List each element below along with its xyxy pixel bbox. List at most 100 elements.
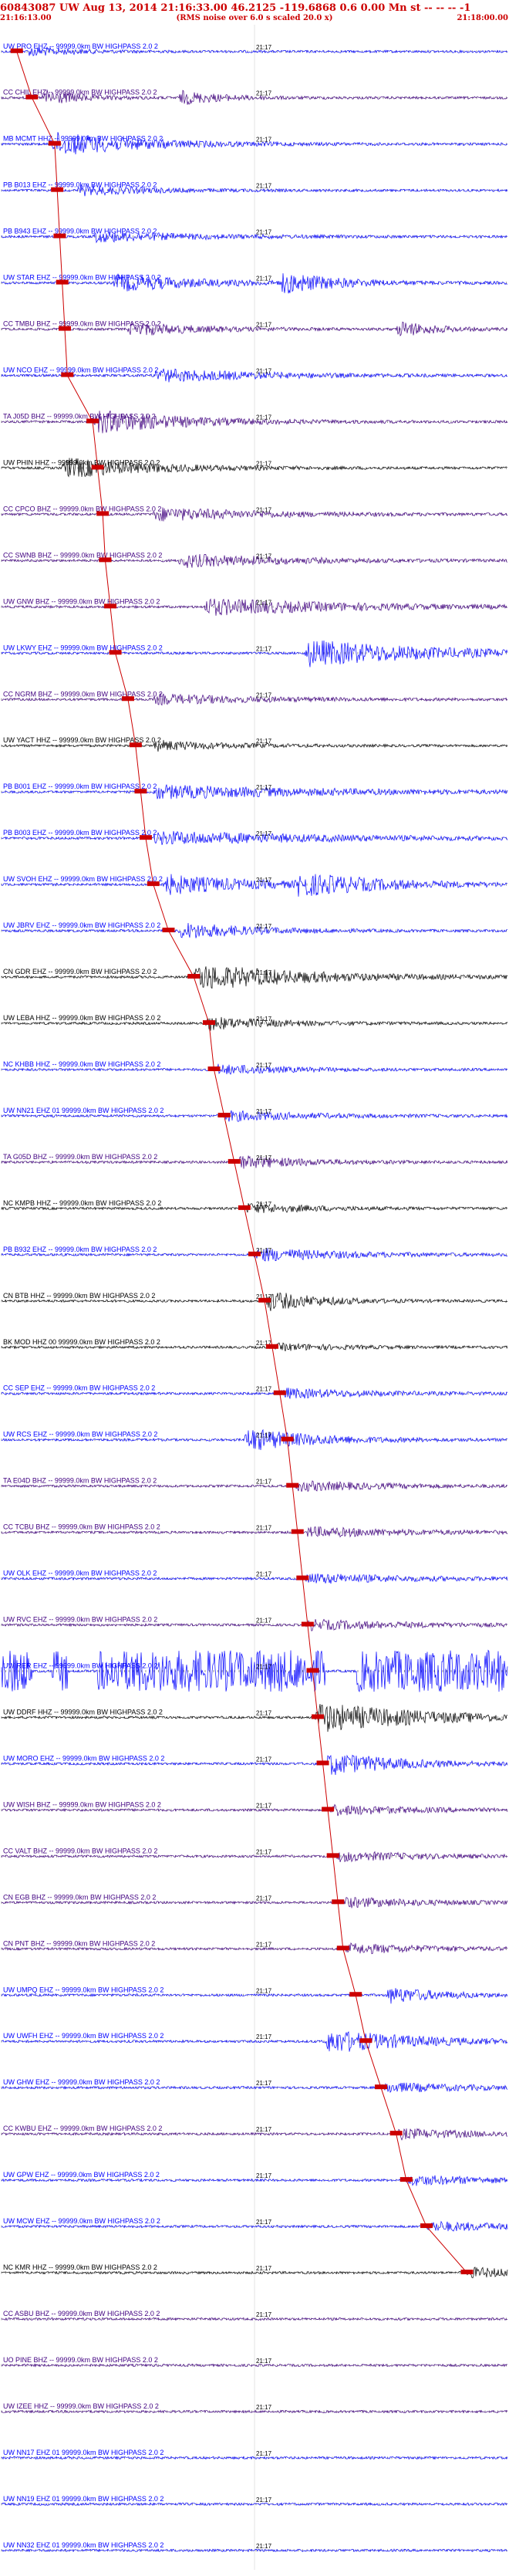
time-mark-label: 21:17 <box>256 1154 272 1161</box>
trace-label: CC SWNB BHZ -- 99999.0km BW HIGHPASS 2.0… <box>3 551 162 559</box>
time-mark-label: 21:17 <box>256 969 272 976</box>
trace-label: UW GNW BHZ -- 99999.0km BW HIGHPASS 2.0 … <box>3 597 160 605</box>
trace-label: CC NGRM BHZ -- 99999.0km BW HIGHPASS 2.0… <box>3 690 163 698</box>
trace-label: CN EGB BHZ -- 99999.0km BW HIGHPASS 2.0 … <box>3 1893 156 1901</box>
trace-label: UW JBRV EHZ -- 99999.0km BW HIGHPASS 2.0… <box>3 921 160 929</box>
time-mark-label: 21:17 <box>256 645 272 652</box>
trace-label: UW DDRF HHZ -- 99999.0km BW HIGHPASS 2.0… <box>3 1708 163 1716</box>
time-mark-label: 21:17 <box>256 2311 272 2318</box>
trace-label: NC KMPB HHZ -- 99999.0km BW HIGHPASS 2.0… <box>3 1199 161 1207</box>
time-mark-label: 21:17 <box>256 2543 272 2550</box>
time-mark-label: 21:17 <box>256 2126 272 2133</box>
time-mark-label: 21:17 <box>256 2404 272 2411</box>
trace-label: CC CPCO BHZ -- 99999.0km BW HIGHPASS 2.0… <box>3 505 161 512</box>
time-mark-label: 21:17 <box>256 738 272 745</box>
trace-label: CC KWBU EHZ -- 99999.0km BW HIGHPASS 2.0… <box>3 2125 162 2132</box>
time-mark-label: 21:17 <box>256 553 272 559</box>
time-mark-label: 21:17 <box>256 830 272 837</box>
trace-label: CN BTB HHZ -- 99999.0km BW HIGHPASS 2.0 … <box>3 1292 155 1300</box>
time-mark-label: 21:17 <box>256 2080 272 2087</box>
time-mark-label: 21:17 <box>256 1016 272 1023</box>
trace-baseline-ticks <box>1 1068 507 1071</box>
trace-label: BK MOD HHZ 00 99999.0km BW HIGHPASS 2.0 … <box>3 1338 160 1346</box>
trace-label: PB B003 EHZ -- 99999.0km BW HIGHPASS 2.0… <box>3 829 157 837</box>
trace-label: UW STAR EHZ -- 99999.0km BW HIGHPASS 2.0… <box>3 274 161 282</box>
trace-label: PB B001 EHZ -- 99999.0km BW HIGHPASS 2.0… <box>3 783 157 790</box>
time-mark-label: 21:17 <box>256 506 272 513</box>
time-mark-label: 21:17 <box>256 2450 272 2457</box>
trace-label: UW RVC EHZ -- 99999.0km BW HIGHPASS 2.0 … <box>3 1616 157 1624</box>
time-mark-label: 21:17 <box>256 137 272 144</box>
trace-label: UW IZEE HHZ -- 99999.0km BW HIGHPASS 2.0… <box>3 2402 159 2410</box>
trace-label: PB B013 EHZ -- 99999.0km BW HIGHPASS 2.0… <box>3 181 157 189</box>
trace-label: UW PRO EHZ -- 99999.0km BW HIGHPASS 2.0 … <box>3 42 158 50</box>
trace-label: UW OLK EHZ -- 99999.0km BW HIGHPASS 2.0 … <box>3 1570 157 1577</box>
pick-marker <box>460 2270 474 2275</box>
time-mark-label: 21:17 <box>256 1062 272 1069</box>
time-mark-label: 21:17 <box>256 1386 272 1393</box>
time-mark-label: 21:17 <box>256 2172 272 2179</box>
trace-label: UW MORO EHZ -- 99999.0km BW HIGHPASS 2.0… <box>3 1754 164 1762</box>
time-mark-label: 21:17 <box>256 1664 272 1671</box>
trace-label: CC VALT BHZ -- 99999.0km BW HIGHPASS 2.0… <box>3 1847 157 1854</box>
trace-label: CC ASBU BHZ -- 99999.0km BW HIGHPASS 2.0… <box>3 2310 160 2317</box>
time-mark-label: 21:17 <box>256 1987 272 1994</box>
time-mark-label: 21:17 <box>256 1432 272 1439</box>
time-mark-label: 21:17 <box>256 2033 272 2040</box>
time-mark-label: 21:17 <box>256 1108 272 1115</box>
time-mark-label: 21:17 <box>256 322 272 329</box>
trace-label: TA J05D BHZ -- 99999.0km BW HIGHPASS 2.0… <box>3 412 156 420</box>
trace-label: UW SVOH EHZ -- 99999.0km BW HIGHPASS 2.0… <box>3 875 163 883</box>
trace-label: CC TCBU BHZ -- 99999.0km BW HIGHPASS 2.0… <box>3 1523 160 1531</box>
trace-label: UW NCO EHZ -- 99999.0km BW HIGHPASS 2.0 … <box>3 367 158 374</box>
time-mark-label: 21:17 <box>256 691 272 698</box>
trace-label: PB B932 EHZ -- 99999.0km BW HIGHPASS 2.0… <box>3 1246 157 1253</box>
trace-label: UW NN21 EHZ 01 99999.0km BW HIGHPASS 2.0… <box>3 1107 163 1114</box>
trace-label: TA G05D BHZ -- 99999.0km BW HIGHPASS 2.0… <box>3 1153 157 1161</box>
trace-label: UW MCW EHZ -- 99999.0km BW HIGHPASS 2.0 … <box>3 2217 160 2225</box>
time-mark-label: 21:17 <box>256 1756 272 1763</box>
trace-label: UW RCS EHZ -- 99999.0km BW HIGHPASS 2.0 … <box>3 1431 157 1438</box>
time-mark-label: 21:17 <box>256 923 272 930</box>
time-mark-label: 21:17 <box>256 784 272 791</box>
trace-label: UW PHIN HHZ -- 99999.0km BW HIGHPASS 2.0… <box>3 458 160 466</box>
trace-label: CN GDR EHZ -- 99999.0km BW HIGHPASS 2.0 … <box>3 968 157 975</box>
time-mark-label: 21:17 <box>256 1848 272 1855</box>
trace-label: UW NN19 EHZ 01 99999.0km BW HIGHPASS 2.0… <box>3 2495 163 2503</box>
trace-label: CN PNT BHZ -- 99999.0km BW HIGHPASS 2.0 … <box>3 1939 155 1947</box>
time-mark-label: 21:17 <box>256 90 272 97</box>
time-mark-label: 21:17 <box>256 1479 272 1486</box>
trace-label: UW GHW EHZ -- 99999.0km BW HIGHPASS 2.0 … <box>3 2078 160 2086</box>
time-mark-label: 21:17 <box>256 1201 272 1208</box>
time-mark-label: 21:17 <box>256 183 272 190</box>
time-mark-label: 21:17 <box>256 1709 272 1716</box>
trace-label: UW NN17 EHZ 01 99999.0km BW HIGHPASS 2.0… <box>3 2449 163 2456</box>
time-mark-label: 21:17 <box>256 2358 272 2365</box>
trace-label: UW WISH BHZ -- 99999.0km BW HIGHPASS 2.0… <box>3 1800 161 1808</box>
time-mark-label: 21:17 <box>256 2265 272 2272</box>
trace-label: UW LKWY EHZ -- 99999.0km BW HIGHPASS 2.0… <box>3 644 163 651</box>
time-mark-label: 21:17 <box>256 229 272 236</box>
time-mark-label: 21:17 <box>256 1618 272 1624</box>
time-mark-label: 21:17 <box>256 1802 272 1809</box>
trace-label: NC KMR HHZ -- 99999.0km BW HIGHPASS 2.0 … <box>3 2263 157 2271</box>
time-mark-label: 21:17 <box>256 2219 272 2226</box>
trace-label: UO PINE BHZ -- 99999.0km BW HIGHPASS 2.0… <box>3 2356 158 2364</box>
trace-label: UW GPW EHZ -- 99999.0km BW HIGHPASS 2.0 … <box>3 2171 160 2179</box>
time-mark-label: 21:17 <box>256 1895 272 1902</box>
rms-note: (RMS noise over 6.0 s scaled 20.0 x) <box>177 14 333 22</box>
time-mark-label: 21:17 <box>256 460 272 467</box>
trace-label: NC KHBB HHZ -- 99999.0km BW HIGHPASS 2.0… <box>3 1060 160 1068</box>
time-mark-label: 21:17 <box>256 877 272 884</box>
trace-label: CC SEP EHZ -- 99999.0km BW HIGHPASS 2.0 … <box>3 1384 155 1392</box>
time-mark-label: 21:17 <box>256 368 272 375</box>
trace-label: PB B943 EHZ -- 99999.0km BW HIGHPASS 2.0… <box>3 228 157 235</box>
trace-label: UW LEBA HHZ -- 99999.0km BW HIGHPASS 2.0… <box>3 1014 160 1022</box>
time-mark-label: 21:17 <box>256 2497 272 2503</box>
trace-label: UW UMPQ EHZ -- 99999.0km BW HIGHPASS 2.0… <box>3 1986 163 1993</box>
trace-label: UW UWFH EHZ -- 99999.0km BW HIGHPASS 2.0… <box>3 2032 163 2040</box>
trace-label: UW NN32 EHZ 01 99999.0km BW HIGHPASS 2.0… <box>3 2541 163 2549</box>
trace-label: MB MCMT HHZ -- 99999.0km BW HIGHPASS 2.0… <box>3 135 163 143</box>
start-time: 21:16:13.00 <box>0 14 52 22</box>
trace-label: TA E04D BHZ -- 99999.0km BW HIGHPASS 2.0… <box>3 1477 157 1485</box>
